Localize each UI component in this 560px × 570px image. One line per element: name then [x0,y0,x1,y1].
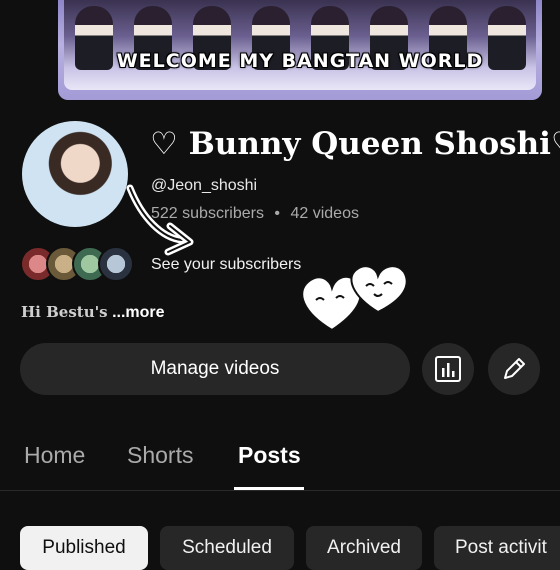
subscriber-avatar [98,246,134,282]
manage-videos-button[interactable]: Manage videos [20,343,410,395]
hearts-sticker [301,265,408,332]
filter-chip-published[interactable]: Published [20,526,148,570]
channel-banner: WELCOME MY BANGTAN WORLD [58,0,542,100]
video-count: 42 videos [290,205,359,222]
banner-photo [64,0,536,90]
active-tab-indicator [234,487,304,490]
banner-text: WELCOME MY BANGTAN WORLD [116,50,484,72]
filter-chip-post-activity[interactable]: Post activit [434,526,560,570]
tab-home[interactable]: Home [24,442,85,469]
bio-text: Hi Bestu's [21,303,108,321]
manage-videos-label: Manage videos [150,358,280,379]
pencil-icon [504,358,525,379]
analytics-button[interactable] [422,343,474,395]
analytics-icon [435,356,461,382]
tab-posts[interactable]: Posts [238,442,301,469]
edit-channel-button[interactable] [488,343,540,395]
channel-tabs: Home Shorts Posts [0,430,560,491]
channel-avatar[interactable] [22,121,128,227]
channel-bio[interactable]: Hi Bestu's ...more [21,303,165,322]
filter-chip-scheduled[interactable]: Scheduled [160,526,294,570]
tab-shorts[interactable]: Shorts [127,442,193,469]
curved-arrow-sticker [126,184,194,256]
filter-chip-archived[interactable]: Archived [306,526,422,570]
bio-more-link[interactable]: ...more [112,304,164,321]
stats-separator: • [274,205,281,222]
channel-name: ♡ Bunny Queen Shoshi♡ [150,126,560,162]
see-subscribers-link[interactable]: See your subscribers [151,256,301,274]
